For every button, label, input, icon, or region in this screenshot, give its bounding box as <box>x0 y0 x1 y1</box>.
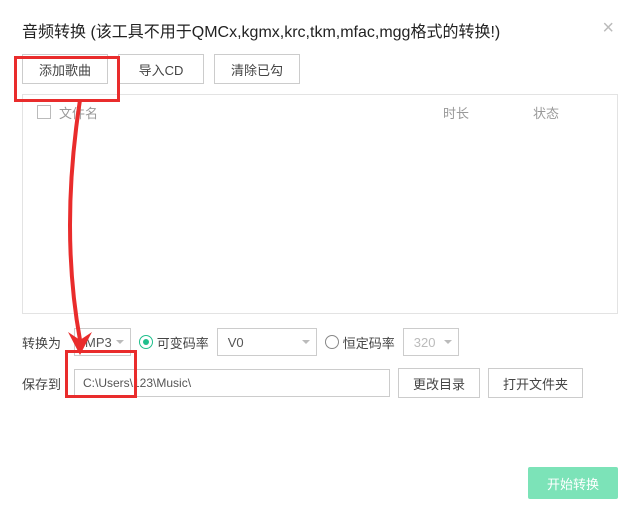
cbr-radio[interactable]: 恒定码率 <box>325 333 395 352</box>
vbr-value: V0 <box>228 335 244 350</box>
clear-checked-button[interactable]: 清除已勾 <box>214 54 300 84</box>
cbr-select[interactable]: 320 <box>403 328 459 356</box>
close-icon[interactable]: × <box>598 18 618 38</box>
import-cd-button[interactable]: 导入CD <box>118 54 204 84</box>
save-row: 保存到 C:\Users\123\Music\ 更改目录 打开文件夹 <box>22 368 618 398</box>
save-path-value: C:\Users\123\Music\ <box>83 376 191 390</box>
dialog-footer: 开始转换 <box>528 467 618 499</box>
list-header: 文件名 时长 状态 <box>23 95 617 129</box>
column-duration: 时长 <box>443 103 533 122</box>
dialog-header: 音频转换 (该工具不用于QMCx,kgmx,krc,tkm,mfac,mgg格式… <box>0 0 640 54</box>
start-convert-button[interactable]: 开始转换 <box>528 467 618 499</box>
options-panel: 转换为 MP3 可变码率 V0 恒定码率 320 保存到 C:\Users\12 <box>0 314 640 398</box>
toolbar: 添加歌曲 导入CD 清除已勾 <box>0 54 640 94</box>
file-list: 文件名 时长 状态 <box>22 94 618 314</box>
vbr-radio[interactable]: 可变码率 <box>139 333 209 352</box>
vbr-radio-label: 可变码率 <box>157 333 209 352</box>
column-status: 状态 <box>533 103 603 122</box>
cbr-radio-label: 恒定码率 <box>343 333 395 352</box>
radio-icon <box>325 335 339 349</box>
audio-convert-dialog: 音频转换 (该工具不用于QMCx,kgmx,krc,tkm,mfac,mgg格式… <box>0 0 640 515</box>
change-dir-button[interactable]: 更改目录 <box>398 368 480 398</box>
format-value: MP3 <box>85 335 112 350</box>
save-to-label: 保存到 <box>22 374 66 393</box>
add-song-button[interactable]: 添加歌曲 <box>22 54 108 84</box>
dialog-title: 音频转换 (该工具不用于QMCx,kgmx,krc,tkm,mfac,mgg格式… <box>22 18 500 42</box>
convert-to-label: 转换为 <box>22 333 66 352</box>
convert-row: 转换为 MP3 可变码率 V0 恒定码率 320 <box>22 328 618 356</box>
cbr-value: 320 <box>414 335 436 350</box>
radio-icon <box>139 335 153 349</box>
select-all-checkbox[interactable] <box>37 105 51 119</box>
vbr-select[interactable]: V0 <box>217 328 317 356</box>
open-folder-button[interactable]: 打开文件夹 <box>488 368 583 398</box>
format-select[interactable]: MP3 <box>74 328 131 356</box>
column-filename: 文件名 <box>59 103 443 122</box>
save-path-input[interactable]: C:\Users\123\Music\ <box>74 369 390 397</box>
